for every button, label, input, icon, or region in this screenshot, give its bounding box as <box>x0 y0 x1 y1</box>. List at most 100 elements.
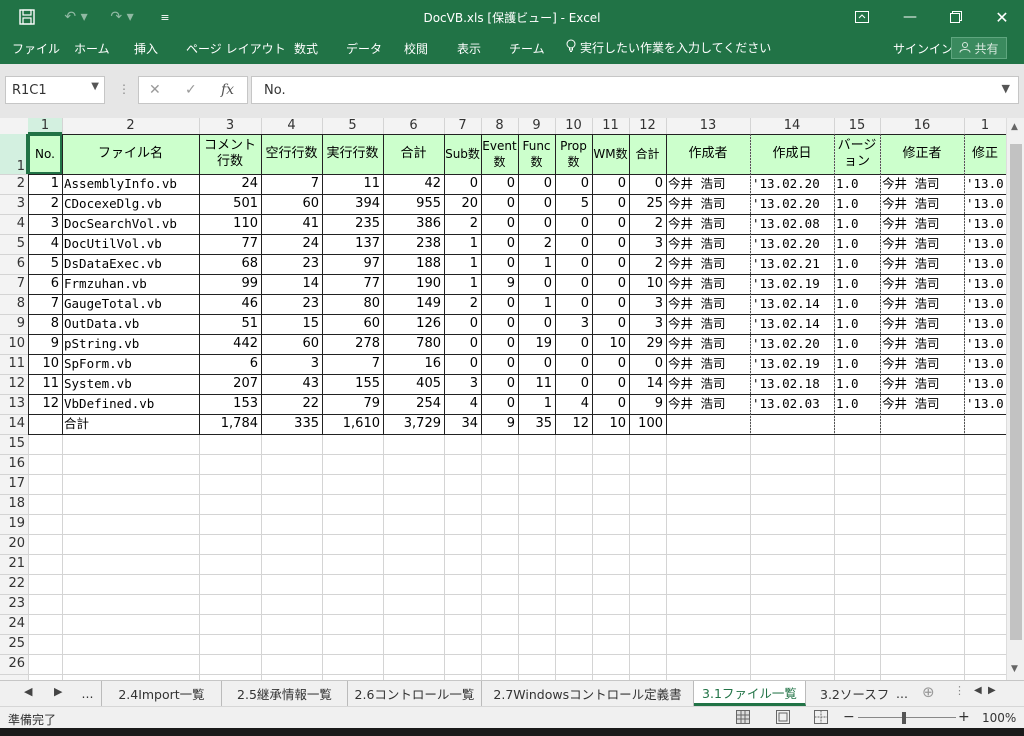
sheet-tab[interactable]: 2.7Windowsコントロール定義書 <box>482 681 694 706</box>
table-cell[interactable]: 11 <box>28 374 62 394</box>
table-cell[interactable]: 今井 浩司 <box>668 334 750 354</box>
table-cell[interactable]: 14 <box>261 274 322 294</box>
table-cell[interactable]: Frmzuhan.vb <box>64 274 199 294</box>
table-cell[interactable]: 6 <box>28 274 62 294</box>
table-cell[interactable]: 今井 浩司 <box>668 374 750 394</box>
table-cell[interactable]: 3 <box>28 214 62 234</box>
table-cell[interactable]: 0 <box>481 234 518 254</box>
row-header[interactable]: 18 <box>0 494 28 514</box>
next-sheet-icon[interactable]: ▶ <box>54 685 62 698</box>
row-header[interactable]: 17 <box>0 474 28 494</box>
column-header[interactable]: 3 <box>199 118 261 134</box>
table-cell[interactable]: 188 <box>383 254 444 274</box>
minimize-icon[interactable]: — <box>896 0 924 34</box>
scroll-thumb[interactable] <box>1010 144 1022 640</box>
table-cell[interactable]: DsDataExec.vb <box>64 254 199 274</box>
table-cell[interactable]: 0 <box>555 354 592 374</box>
row-header[interactable]: 20 <box>0 534 28 554</box>
column-header[interactable]: 16 <box>880 118 964 134</box>
table-cell[interactable]: 10 <box>629 274 666 294</box>
table-cell[interactable]: 780 <box>383 334 444 354</box>
table-cell[interactable]: 2 <box>444 294 481 314</box>
table-cell[interactable]: 43 <box>261 374 322 394</box>
total-row-cell[interactable] <box>750 414 834 434</box>
total-row-cell[interactable]: 34 <box>444 414 481 434</box>
column-header[interactable]: 15 <box>834 118 880 134</box>
more-sheets-right[interactable]: ... <box>888 681 916 706</box>
table-cell[interactable]: 0 <box>481 314 518 334</box>
table-header-cell[interactable]: バージョン <box>834 134 880 174</box>
table-cell[interactable]: 238 <box>383 234 444 254</box>
table-cell[interactable]: 0 <box>592 354 629 374</box>
table-cell[interactable]: 今井 浩司 <box>882 274 964 294</box>
column-header[interactable]: 4 <box>261 118 322 134</box>
table-cell[interactable]: 今井 浩司 <box>668 174 750 194</box>
table-cell[interactable]: 3 <box>629 234 666 254</box>
table-cell[interactable]: '13.02.20 <box>752 194 834 214</box>
zoom-slider-thumb[interactable] <box>902 712 906 724</box>
table-cell[interactable]: '13.02.14 <box>752 314 834 334</box>
table-cell[interactable]: 11 <box>322 174 383 194</box>
table-cell[interactable]: 今井 浩司 <box>668 274 750 294</box>
scroll-down-icon[interactable]: ▼ <box>1011 664 1018 674</box>
table-cell[interactable]: 0 <box>592 174 629 194</box>
table-cell[interactable]: 24 <box>261 234 322 254</box>
enter-icon[interactable]: ✓ <box>185 82 197 98</box>
sheet-tab-active[interactable]: 3.1ファイル一覧 <box>694 681 806 706</box>
table-cell[interactable]: 今井 浩司 <box>882 374 964 394</box>
table-cell[interactable]: SpForm.vb <box>64 354 199 374</box>
tab-page-layout[interactable]: ページ レイアウト <box>186 40 286 57</box>
table-cell[interactable]: 2 <box>28 194 62 214</box>
table-cell[interactable]: 79 <box>322 394 383 414</box>
table-cell[interactable]: 7 <box>28 294 62 314</box>
table-cell[interactable]: 46 <box>199 294 261 314</box>
table-cell[interactable]: 今井 浩司 <box>668 354 750 374</box>
table-cell[interactable]: 0 <box>518 314 555 334</box>
tab-file[interactable]: ファイル <box>12 40 60 57</box>
table-cell[interactable]: 1.0 <box>836 174 880 194</box>
table-cell[interactable]: 99 <box>199 274 261 294</box>
table-header-cell[interactable]: 合計 <box>383 134 444 174</box>
table-cell[interactable]: 0 <box>555 174 592 194</box>
table-cell[interactable]: '13.02.19 <box>752 354 834 374</box>
table-cell[interactable]: 254 <box>383 394 444 414</box>
table-cell[interactable]: 0 <box>592 294 629 314</box>
table-cell[interactable]: 2 <box>629 254 666 274</box>
table-cell[interactable]: '13.0 <box>966 274 1006 294</box>
table-cell[interactable]: 今井 浩司 <box>882 394 964 414</box>
total-row-cell[interactable] <box>28 414 62 434</box>
table-cell[interactable]: 1 <box>444 234 481 254</box>
total-row-cell[interactable]: 3,729 <box>383 414 444 434</box>
table-cell[interactable]: 0 <box>444 354 481 374</box>
table-header-cell[interactable]: Func数 <box>518 134 555 174</box>
table-cell[interactable]: 1 <box>518 294 555 314</box>
table-cell[interactable]: 0 <box>444 314 481 334</box>
table-cell[interactable]: 0 <box>555 274 592 294</box>
table-cell[interactable]: 今井 浩司 <box>882 314 964 334</box>
table-cell[interactable]: '13.0 <box>966 354 1006 374</box>
table-cell[interactable]: 29 <box>629 334 666 354</box>
table-header-cell[interactable]: ファイル名 <box>62 134 199 174</box>
table-cell[interactable]: 3 <box>444 374 481 394</box>
table-cell[interactable]: '13.02.20 <box>752 334 834 354</box>
total-row-cell[interactable] <box>880 414 964 434</box>
table-cell[interactable]: 42 <box>383 174 444 194</box>
table-cell[interactable]: 278 <box>322 334 383 354</box>
total-row-cell[interactable]: 100 <box>629 414 666 434</box>
table-cell[interactable]: 今井 浩司 <box>882 254 964 274</box>
table-cell[interactable]: 23 <box>261 254 322 274</box>
table-cell[interactable]: 1 <box>518 254 555 274</box>
row-header[interactable]: 12 <box>0 374 28 394</box>
table-cell[interactable]: '13.02.21 <box>752 254 834 274</box>
table-cell[interactable]: '13.02.18 <box>752 374 834 394</box>
row-header[interactable]: 19 <box>0 514 28 534</box>
table-cell[interactable]: 0 <box>592 394 629 414</box>
table-cell[interactable]: 126 <box>383 314 444 334</box>
row-header[interactable]: 8 <box>0 294 28 314</box>
table-cell[interactable]: 今井 浩司 <box>668 314 750 334</box>
row-header[interactable]: 10 <box>0 334 28 354</box>
table-cell[interactable]: 今井 浩司 <box>668 214 750 234</box>
chevron-down-icon[interactable]: ▼ <box>91 81 99 92</box>
name-box[interactable]: R1C1 ▼ <box>5 76 105 104</box>
table-cell[interactable]: 1 <box>28 174 62 194</box>
